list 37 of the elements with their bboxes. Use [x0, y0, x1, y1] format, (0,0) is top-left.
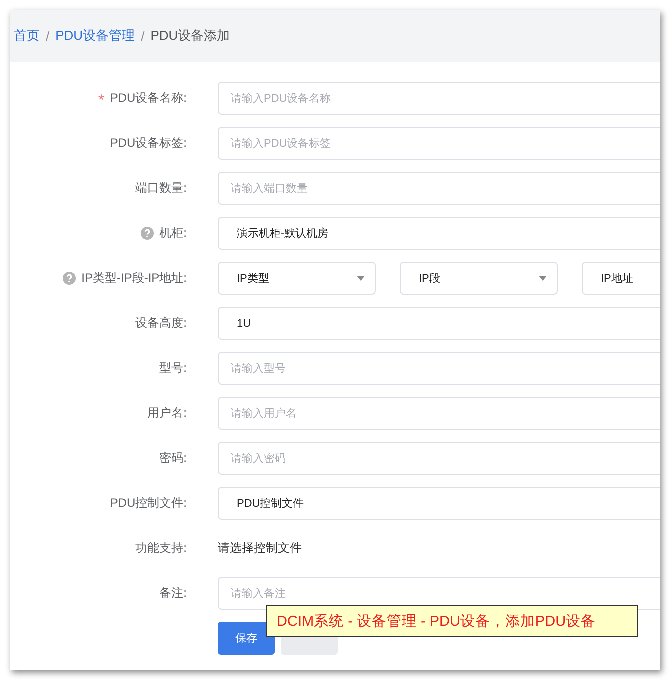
field-label: 端口数量: — [136, 180, 187, 197]
field-label: 用户名: — [148, 405, 187, 422]
caret-icon — [357, 276, 365, 281]
field-label: 设备高度: — [136, 315, 187, 332]
input-field[interactable]: 请输入型号 — [218, 352, 660, 385]
input-field[interactable]: 1U — [218, 307, 660, 340]
field-label: 密码: — [160, 450, 187, 467]
field-label: PDU控制文件: — [110, 495, 187, 512]
save-button[interactable]: 保存 — [218, 622, 275, 655]
breadcrumb-link[interactable]: PDU设备管理 — [56, 27, 136, 45]
input-field[interactable]: PDU控制文件 — [218, 487, 660, 520]
input-field[interactable]: 请输入PDU设备名称 — [218, 82, 660, 115]
caret-icon — [539, 276, 547, 281]
breadcrumb-link[interactable]: 首页 — [14, 27, 40, 45]
field-value: 请选择控制文件 — [218, 540, 302, 557]
field-label: IP类型-IP段-IP地址: — [82, 270, 187, 287]
input-field[interactable]: 请输入密码 — [218, 442, 660, 475]
field-label: 备注: — [160, 585, 187, 602]
help-icon[interactable] — [62, 272, 76, 285]
field-label: 机柜: — [160, 225, 187, 242]
help-icon[interactable] — [140, 227, 154, 240]
caption-tooltip: DCIM系统 - 设备管理 - PDU设备，添加PDU设备 — [266, 605, 638, 637]
select-field[interactable]: IP地址 — [582, 262, 660, 295]
input-field[interactable]: 请输入PDU设备标签 — [218, 127, 660, 160]
field-label: 功能支持: — [136, 540, 187, 557]
breadcrumb-separator: / — [46, 28, 50, 44]
select-field[interactable]: IP类型 — [218, 262, 376, 295]
breadcrumb-separator: / — [141, 28, 145, 44]
select-field[interactable]: IP段 — [400, 262, 558, 295]
breadcrumb-current: PDU设备添加 — [150, 27, 230, 45]
field-label: 型号: — [160, 360, 187, 377]
input-field[interactable]: 演示机柜-默认机房 — [218, 217, 660, 250]
required-mark: * — [98, 96, 104, 106]
input-field[interactable]: 请输入端口数量 — [218, 172, 660, 205]
field-label: PDU设备标签: — [110, 135, 187, 152]
input-field[interactable]: 请输入用户名 — [218, 397, 660, 430]
field-label: PDU设备名称: — [110, 90, 187, 107]
